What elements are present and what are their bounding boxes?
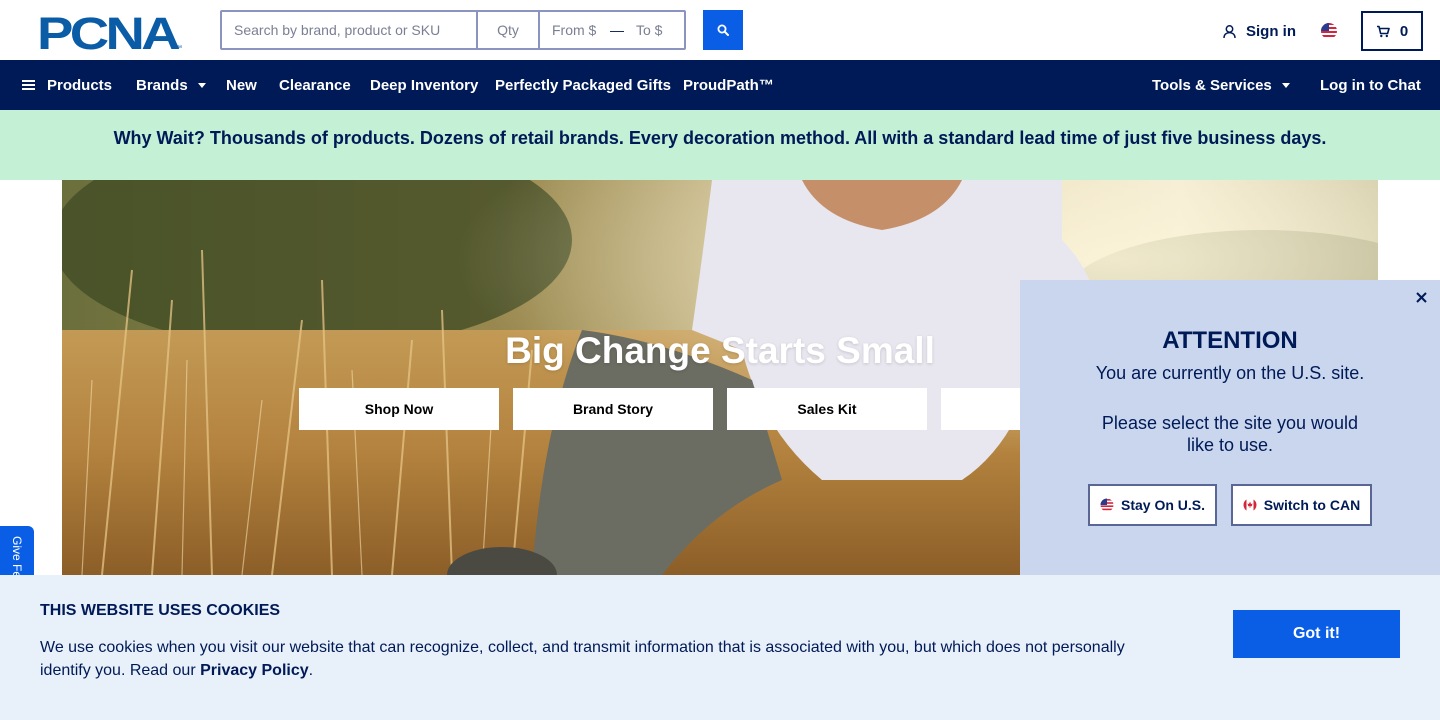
search-icon [717, 24, 729, 36]
logo-text: PCNA [37, 12, 180, 52]
sign-in-link[interactable]: Sign in [1222, 20, 1296, 42]
nav-log-in-to-chat[interactable]: Log in to Chat [1320, 60, 1421, 110]
got-it-button[interactable]: Got it! [1233, 610, 1400, 658]
user-icon [1223, 24, 1236, 38]
nav-products-label: Products [47, 76, 113, 94]
menu-icon [22, 79, 35, 91]
shop-now-button[interactable]: Shop Now [299, 388, 499, 430]
cart-icon [1376, 25, 1390, 37]
brand-story-button[interactable]: Brand Story [513, 388, 713, 430]
nav-clearance-label: Clearance [279, 76, 351, 94]
cookie-banner: THIS WEBSITE USES COOKIES We use cookies… [0, 575, 1440, 720]
price-range-separator: — [610, 22, 624, 38]
give-feedback-tab[interactable]: Give Feedback [0, 526, 34, 578]
nav-tools-label: Tools & Services [1152, 76, 1272, 94]
cart-count: 0 [1399, 22, 1409, 40]
price-from-input[interactable] [540, 12, 608, 48]
nav-proudpath[interactable]: ProudPath™ [683, 60, 774, 110]
nav-tools-services[interactable]: Tools & Services [1152, 60, 1290, 110]
canada-flag-icon [1243, 498, 1257, 512]
stay-on-us-label: Stay On U.S. [1120, 497, 1206, 513]
nav-products[interactable]: Products [22, 60, 112, 110]
nav-gifts-label: Perfectly Packaged Gifts [495, 76, 671, 94]
nav-deep-inventory-label: Deep Inventory [370, 76, 479, 94]
nav-chat-label: Log in to Chat [1320, 76, 1421, 94]
promo-text: Why Wait? Thousands of products. Dozens … [113, 127, 1327, 148]
dialog-title: ATTENTION [1162, 327, 1298, 354]
dialog-select-site-text: Please select the site you would like to… [1101, 413, 1359, 455]
nav-new-label: New [226, 76, 257, 94]
stay-on-us-button[interactable]: Stay On U.S. [1088, 484, 1217, 526]
cookie-title: THIS WEBSITE USES COOKIES [40, 602, 281, 619]
cookie-end-punct: . [308, 662, 314, 679]
dialog-current-site-text: You are currently on the U.S. site. [1095, 363, 1365, 383]
nav-deep-inventory[interactable]: Deep Inventory [370, 60, 478, 110]
close-icon[interactable] [1412, 288, 1430, 306]
search-bar: — [220, 10, 686, 50]
main-navigation: Products Brands New Clearance Deep Inven… [0, 60, 1440, 110]
nav-perfectly-packaged-gifts[interactable]: Perfectly Packaged Gifts [495, 60, 671, 110]
promo-banner: Why Wait? Thousands of products. Dozens … [0, 110, 1440, 180]
switch-to-can-label: Switch to CAN [1263, 497, 1361, 513]
pcna-logo[interactable]: PCNA ™ [37, 8, 187, 59]
logo-trademark: ™ [175, 45, 182, 52]
caret-down-icon [197, 82, 206, 88]
search-button[interactable] [703, 10, 743, 50]
sign-in-label: Sign in [1246, 22, 1296, 40]
cart-button[interactable]: 0 [1361, 11, 1423, 51]
search-input[interactable] [222, 12, 478, 48]
nav-brands-label: Brands [136, 76, 188, 94]
nav-clearance[interactable]: Clearance [279, 60, 351, 110]
privacy-policy-link[interactable]: Privacy Policy [200, 662, 309, 679]
switch-to-can-button[interactable]: Switch to CAN [1231, 484, 1372, 526]
sales-kit-button[interactable]: Sales Kit [727, 388, 927, 430]
us-flag-icon[interactable] [1320, 22, 1338, 40]
us-flag-icon [1100, 498, 1114, 512]
nav-new[interactable]: New [226, 60, 257, 110]
top-header: PCNA ™ — Sign in [0, 0, 1440, 60]
site-selector-dialog: ATTENTION You are currently on the U.S. … [1020, 280, 1440, 580]
nav-proudpath-label: ProudPath™ [683, 76, 774, 94]
nav-brands[interactable]: Brands [136, 60, 206, 110]
feedback-label: Give Feedback [10, 536, 24, 578]
caret-down-icon [1281, 82, 1290, 88]
cookie-description: We use cookies when you visit our websit… [40, 636, 1160, 682]
quantity-input[interactable] [478, 12, 540, 48]
price-to-input[interactable] [626, 12, 684, 48]
